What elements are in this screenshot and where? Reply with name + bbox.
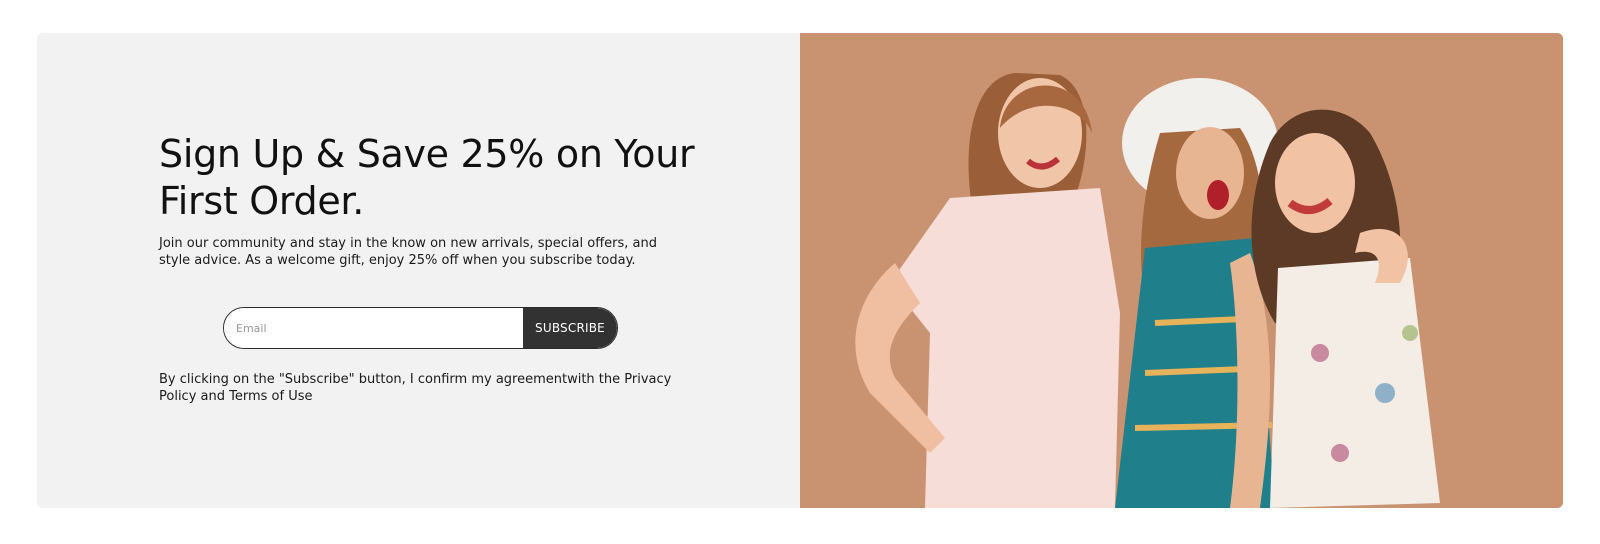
- newsletter-form: SUBSCRIBE: [223, 307, 618, 349]
- signup-headline: Sign Up & Save 25% on Your First Order.: [159, 132, 695, 223]
- hero-image: [800, 33, 1563, 508]
- consent-note: By clicking on the "Subscribe" button, I…: [159, 372, 672, 404]
- three-women-illustration: [800, 33, 1563, 508]
- signup-description: Join our community and stay in the know …: [159, 236, 657, 268]
- signup-panel: Sign Up & Save 25% on Your First Order. …: [37, 33, 800, 508]
- newsletter-banner: Sign Up & Save 25% on Your First Order. …: [37, 33, 1563, 508]
- subscribe-button[interactable]: SUBSCRIBE: [523, 308, 617, 348]
- email-input[interactable]: [224, 308, 523, 348]
